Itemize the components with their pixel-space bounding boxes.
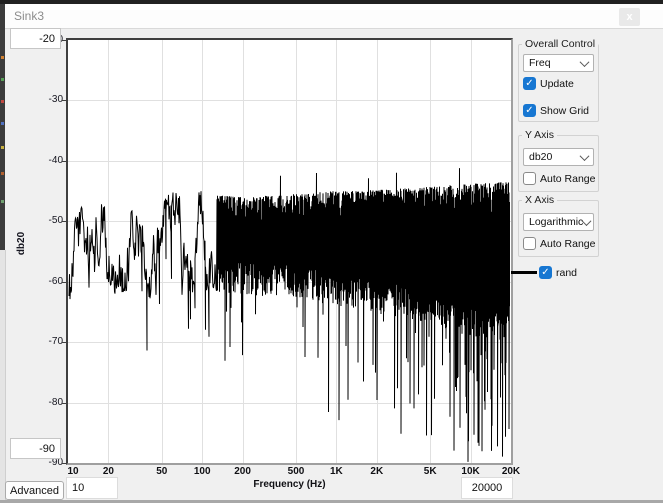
chevron-down-icon [582, 216, 592, 226]
x-auto-range-label: Auto Range [540, 238, 595, 250]
y-axis-dropdown[interactable]: db20 [523, 148, 594, 166]
y-tick-mark [62, 161, 66, 162]
x-tick-label: 5K [413, 467, 447, 477]
update-checkbox-label: Update [540, 78, 574, 90]
title-bar[interactable]: Sink3 x [5, 4, 663, 29]
x-tick-label: 50 [145, 467, 179, 477]
x-axis-dropdown[interactable]: Logarithmic [523, 213, 594, 231]
advanced-button[interactable]: Advanced [5, 481, 64, 500]
legend-rand-checkbox[interactable]: ✓ [539, 266, 552, 279]
background-window-icon [1, 78, 4, 81]
x-tick-label: 10K [454, 467, 488, 477]
legend-series-label: rand [556, 267, 577, 279]
overall-control-group: Overall Control Freq ✓ Update ✓ Show Gri… [518, 44, 599, 122]
x-axis-title: Frequency (Hz) [66, 479, 513, 490]
window-title: Sink3 [14, 9, 44, 23]
y-max-input[interactable] [10, 28, 61, 49]
x-axis-group-title: X Axis [522, 194, 557, 206]
y-axis-group: Y Axis db20 Auto Range [518, 135, 599, 192]
y-tick-label: -40 [33, 156, 63, 166]
y-axis-group-title: Y Axis [522, 129, 557, 141]
spectrum-trace-svg [68, 40, 511, 463]
background-window-strip-lower [0, 250, 6, 503]
spectrum-trace [69, 168, 510, 462]
sink-plot-window: Sink3 x db20 Frequency (Hz) -20-30-40-50… [0, 0, 663, 503]
legend-line-sample [511, 271, 537, 274]
x-axis-dropdown-value: Logarithmic [529, 216, 583, 228]
y-tick-label: -70 [33, 337, 63, 347]
y-tick-mark [62, 403, 66, 404]
background-window-icon [1, 56, 4, 59]
overall-control-group-title: Overall Control [522, 38, 598, 50]
y-min-input[interactable] [10, 438, 61, 459]
x-tick-label: 500 [279, 467, 313, 477]
y-tick-label: -80 [33, 398, 63, 408]
y-tick-label: -60 [33, 277, 63, 287]
x-tick-label: 20 [91, 467, 125, 477]
background-window-icon [1, 122, 4, 125]
spectrum-plot[interactable] [66, 38, 513, 465]
x-tick-label: 10 [56, 467, 90, 477]
chevron-down-icon [580, 57, 590, 67]
y-auto-range-label: Auto Range [540, 173, 595, 185]
y-axis-title: db20 [16, 232, 27, 255]
background-window-icon [1, 146, 4, 149]
y-tick-mark [62, 40, 66, 41]
background-window-icon [1, 172, 4, 175]
y-tick-label: -30 [33, 95, 63, 105]
overall-control-dropdown[interactable]: Freq [523, 54, 594, 72]
y-axis-dropdown-value: db20 [529, 151, 552, 163]
x-axis-group: X Axis Logarithmic Auto Range [518, 200, 599, 257]
y-auto-range-checkbox[interactable] [523, 172, 536, 185]
show-grid-checkbox-label: Show Grid [540, 105, 589, 117]
background-window-icon [1, 100, 4, 103]
x-max-input[interactable] [461, 477, 513, 499]
y-tick-mark [62, 342, 66, 343]
y-tick-label: -50 [33, 216, 63, 226]
x-tick-label: 1K [319, 467, 353, 477]
y-tick-mark [62, 463, 66, 464]
update-checkbox[interactable]: ✓ [523, 77, 536, 90]
x-tick-label: 100 [185, 467, 219, 477]
x-tick-label: 20K [494, 467, 528, 477]
y-tick-mark [62, 282, 66, 283]
x-min-input[interactable] [66, 477, 118, 499]
y-tick-mark [62, 100, 66, 101]
show-grid-checkbox[interactable]: ✓ [523, 104, 536, 117]
close-button[interactable]: x [619, 8, 640, 26]
x-tick-label: 200 [226, 467, 260, 477]
y-tick-mark [62, 221, 66, 222]
chevron-down-icon [580, 151, 590, 161]
background-window-icon [1, 200, 4, 203]
x-auto-range-checkbox[interactable] [523, 237, 536, 250]
overall-control-dropdown-value: Freq [529, 57, 551, 69]
x-tick-label: 2K [360, 467, 394, 477]
background-window-strip [0, 4, 5, 250]
